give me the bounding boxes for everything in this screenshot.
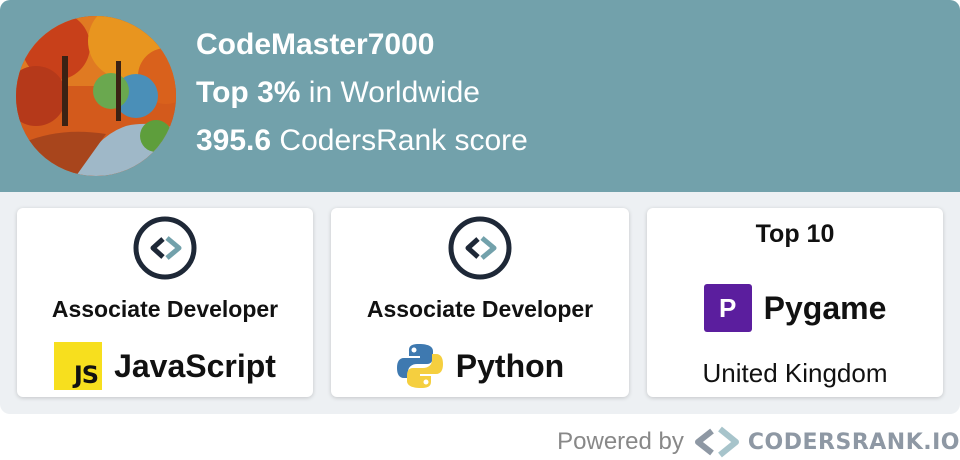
profile-info: CodeMaster7000 Top 3% in Worldwide 395.6… [196, 24, 528, 168]
rank-line: Top 3% in Worldwide [196, 76, 480, 109]
ranking-country: United Kingdom [702, 358, 888, 388]
badge-card-javascript: Associate Developer JS JavaScript [17, 208, 313, 397]
javascript-icon: JS [54, 342, 103, 390]
username: CodeMaster7000 [196, 28, 435, 61]
codersrank-badge-icon [133, 216, 197, 280]
score-line: 395.6 CodersRank score [196, 124, 528, 157]
badge-tech-name: JavaScript [114, 347, 276, 384]
ranking-tech-name: Pygame [763, 289, 887, 326]
profile-header: CodeMaster7000 Top 3% in Worldwide 395.6… [0, 0, 960, 192]
pygame-icon: P [703, 284, 752, 332]
badge-card-python: Associate Developer Python [331, 208, 629, 397]
footer[interactable]: Powered by CODERSRANK.IO [557, 424, 960, 460]
ranking-title: Top 10 [755, 220, 835, 248]
powered-by-label: Powered by [557, 428, 684, 455]
badge-title: Associate Developer [51, 296, 279, 322]
badge-title: Associate Developer [366, 296, 594, 322]
badge-tech: Python [331, 342, 629, 390]
python-icon [396, 344, 443, 388]
brand-name[interactable]: CODERSRANK.IO [748, 430, 960, 455]
badge-tech-name: Python [455, 347, 565, 384]
badge-tech: JS JavaScript [17, 342, 313, 390]
ranking-card: Top 10 P Pygame United Kingdom [647, 208, 943, 397]
ranking-tech: P Pygame [647, 284, 943, 332]
avatar [16, 16, 176, 176]
codersrank-logo-icon [694, 426, 739, 458]
codersrank-badge-icon [448, 216, 512, 280]
